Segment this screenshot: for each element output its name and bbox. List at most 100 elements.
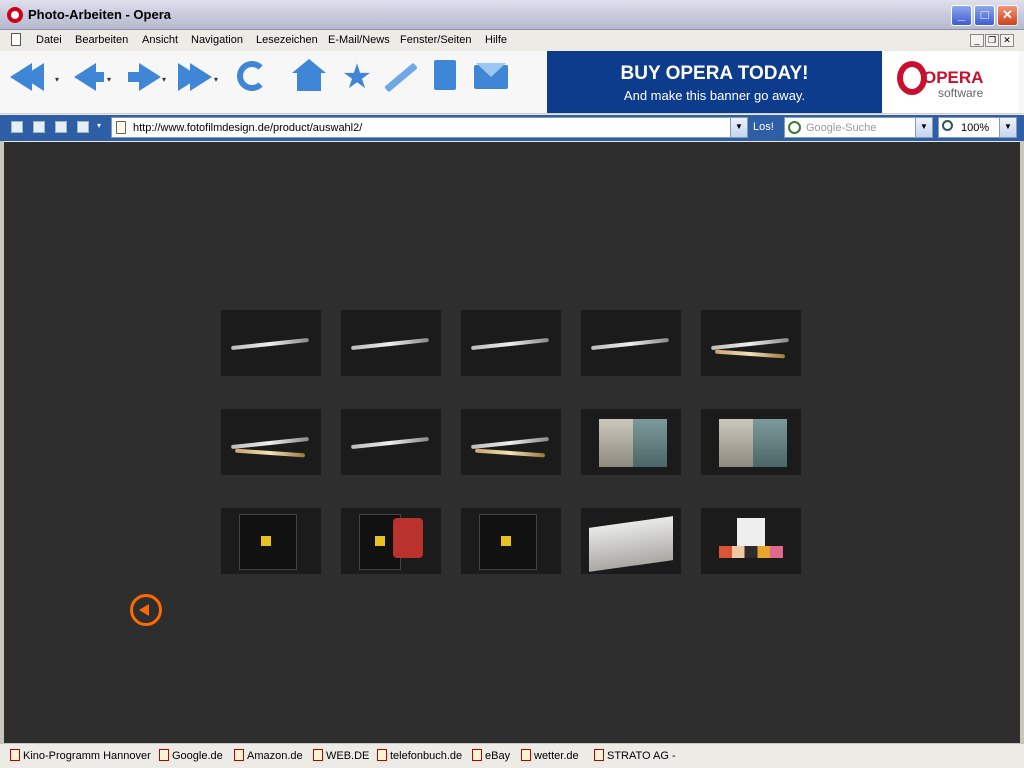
bookmark-label: eBay xyxy=(485,750,511,762)
window-title: Photo-Arbeiten - Opera xyxy=(28,7,172,22)
page-icon[interactable] xyxy=(428,57,468,97)
menu-bar: Datei Bearbeiten Ansicht Navigation Lese… xyxy=(0,30,1024,51)
menu-lesezeichen[interactable]: Lesezeichen xyxy=(256,34,318,46)
product-thumbnail[interactable] xyxy=(341,409,441,475)
bookmark-ebay[interactable]: eBay xyxy=(472,749,510,762)
banner-headline: BUY OPERA TODAY! xyxy=(620,63,809,84)
bookmark-star-icon[interactable]: ★ xyxy=(337,57,377,97)
bookmark-icon xyxy=(159,749,169,761)
mdi-restore-button[interactable]: ❐ xyxy=(985,34,999,47)
mdi-close-button[interactable]: ✕ xyxy=(1000,34,1014,47)
url-field[interactable]: http://www.fotofilmdesign.de/product/aus… xyxy=(111,117,748,138)
maximize-button[interactable]: □ xyxy=(974,5,995,26)
home-icon[interactable] xyxy=(289,57,329,97)
bookmarks-bar: Kino-Programm Hannover Google.de Amazon.… xyxy=(0,743,1024,768)
fast-forward-dropdown[interactable]: ▾ xyxy=(214,75,218,84)
product-thumbnail[interactable] xyxy=(341,508,441,574)
rewind-dropdown[interactable]: ▾ xyxy=(55,75,59,84)
bookmark-label: STRATO AG - xyxy=(607,750,676,762)
go-button[interactable]: Los! xyxy=(753,121,774,133)
menu-navigation[interactable]: Navigation xyxy=(191,34,243,46)
opera-logo[interactable]: OPERA software xyxy=(883,51,1019,113)
camera-icon[interactable] xyxy=(33,121,45,133)
google-icon xyxy=(788,121,801,134)
buy-opera-banner[interactable]: BUY OPERA TODAY! And make this banner go… xyxy=(547,51,882,113)
menu-datei[interactable]: Datei xyxy=(36,34,62,46)
search-field[interactable]: Google-Suche ▼ xyxy=(784,117,933,138)
product-thumbnail[interactable] xyxy=(461,409,561,475)
bookmark-icon xyxy=(313,749,323,761)
bookmark-telefonbuch[interactable]: telefonbuch.de xyxy=(377,749,462,762)
bookmark-icon xyxy=(472,749,482,761)
menu-bearbeiten[interactable]: Bearbeiten xyxy=(75,34,128,46)
bookmark-icon xyxy=(521,749,531,761)
back-arrow-button[interactable] xyxy=(130,594,162,626)
menu-fenster-seiten[interactable]: Fenster/Seiten xyxy=(400,34,472,46)
zoom-dropdown[interactable]: ▼ xyxy=(999,118,1016,137)
menu-ansicht[interactable]: Ansicht xyxy=(142,34,178,46)
frame-right xyxy=(1020,141,1024,743)
bookmark-icon xyxy=(234,749,244,761)
left-triangle-icon xyxy=(139,604,149,616)
bookmark-label: Google.de xyxy=(172,750,223,762)
forward-dropdown[interactable]: ▾ xyxy=(162,75,166,84)
rewind-icon[interactable] xyxy=(10,57,50,97)
product-thumbnail[interactable] xyxy=(461,508,561,574)
mdi-minimize-button[interactable]: _ xyxy=(970,34,984,47)
bookmark-label: WEB.DE xyxy=(326,750,370,762)
address-bar: ▾ http://www.fotofilmdesign.de/product/a… xyxy=(0,115,1024,141)
fast-forward-icon[interactable] xyxy=(178,57,218,97)
product-thumbnail[interactable] xyxy=(461,310,561,376)
banner-subtext: And make this banner go away. xyxy=(623,88,806,103)
page-content xyxy=(4,142,1020,743)
page-icon xyxy=(116,121,126,134)
logo-word: OPERA xyxy=(923,68,984,87)
product-thumbnail[interactable] xyxy=(581,310,681,376)
search-placeholder[interactable]: Google-Suche xyxy=(806,122,876,134)
bookmark-label: Amazon.de xyxy=(247,750,303,762)
zoom-field[interactable]: 100% ▼ xyxy=(938,117,1017,138)
address-menu-dropdown[interactable]: ▾ xyxy=(97,121,101,130)
bookmark-amazon[interactable]: Amazon.de xyxy=(234,749,303,762)
product-thumbnail[interactable] xyxy=(341,310,441,376)
product-thumbnail[interactable] xyxy=(221,409,321,475)
document-icon[interactable] xyxy=(11,33,21,46)
search-engine-dropdown[interactable]: ▼ xyxy=(915,118,932,137)
back-icon[interactable] xyxy=(70,57,110,97)
zoom-value[interactable]: 100% xyxy=(961,122,989,134)
title-bar[interactable]: Photo-Arbeiten - Opera _ □ ✕ xyxy=(0,0,1024,30)
product-thumbnail[interactable] xyxy=(701,409,801,475)
mail-icon[interactable] xyxy=(472,57,512,97)
bookmark-icon xyxy=(377,749,387,761)
bookmark-google[interactable]: Google.de xyxy=(159,749,223,762)
bookmark-kino[interactable]: Kino-Programm Hannover xyxy=(10,749,151,762)
pen-icon[interactable] xyxy=(380,57,420,97)
product-thumbnail[interactable] xyxy=(221,310,321,376)
minimize-button[interactable]: _ xyxy=(951,5,972,26)
bookmark-wetter[interactable]: wetter.de xyxy=(521,749,579,762)
close-button[interactable]: ✕ xyxy=(997,5,1018,26)
logo-subword: software xyxy=(938,86,984,100)
print-icon[interactable] xyxy=(55,121,67,133)
bookmark-strato[interactable]: STRATO AG - xyxy=(594,749,676,762)
bookmark-label: wetter.de xyxy=(534,750,579,762)
product-thumbnail[interactable] xyxy=(701,310,801,376)
bookmark-icon xyxy=(10,749,20,761)
product-thumbnail[interactable] xyxy=(581,409,681,475)
bookmark-icon xyxy=(594,749,604,761)
bookmark-webde[interactable]: WEB.DE xyxy=(313,749,369,762)
product-thumbnail[interactable] xyxy=(221,508,321,574)
menu-hilfe[interactable]: Hilfe xyxy=(485,34,507,46)
url-dropdown-button[interactable]: ▼ xyxy=(730,118,747,137)
lock-icon[interactable] xyxy=(11,121,23,133)
product-thumbnail[interactable] xyxy=(581,508,681,574)
url-text[interactable]: http://www.fotofilmdesign.de/product/aus… xyxy=(133,122,362,134)
back-dropdown[interactable]: ▾ xyxy=(107,75,111,84)
menu-email-news[interactable]: E-Mail/News xyxy=(328,34,390,46)
reload-icon[interactable] xyxy=(233,57,273,97)
product-thumbnail[interactable] xyxy=(701,508,801,574)
new-page-icon[interactable] xyxy=(77,121,89,133)
browser-window: Photo-Arbeiten - Opera _ □ ✕ Datei Bearb… xyxy=(0,0,1024,768)
bookmark-label: Kino-Programm Hannover xyxy=(23,750,151,762)
forward-icon[interactable] xyxy=(125,57,165,97)
